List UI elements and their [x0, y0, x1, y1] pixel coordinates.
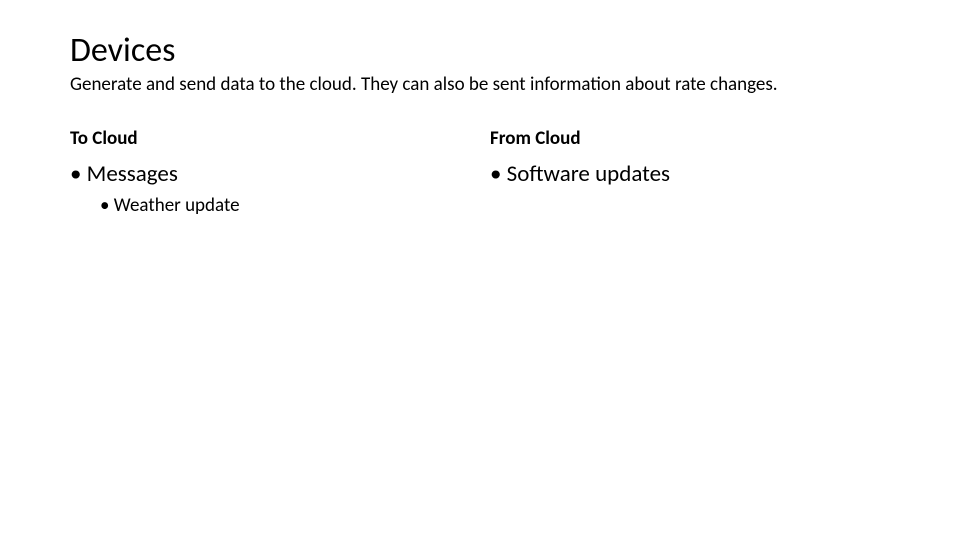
page-subtitle: Generate and send data to the cloud. The…: [70, 73, 890, 97]
columns-container: To Cloud Messages Weather update From Cl…: [70, 127, 890, 223]
from-cloud-list: Software updates: [490, 160, 890, 188]
list-item-label: Weather update: [114, 194, 240, 217]
to-cloud-heading: To Cloud: [70, 127, 470, 150]
list-item: Software updates: [490, 160, 890, 188]
list-item-label: Software updates: [507, 160, 670, 188]
list-item: Weather update: [100, 194, 470, 217]
page-title: Devices: [70, 30, 890, 71]
to-cloud-list: Messages Weather update: [70, 160, 470, 217]
to-cloud-column: To Cloud Messages Weather update: [70, 127, 470, 223]
from-cloud-heading: From Cloud: [490, 127, 890, 150]
list-item-label: Messages: [87, 160, 178, 188]
to-cloud-sublist: Weather update: [70, 194, 470, 217]
list-item: Messages Weather update: [70, 160, 470, 217]
from-cloud-column: From Cloud Software updates: [490, 127, 890, 223]
